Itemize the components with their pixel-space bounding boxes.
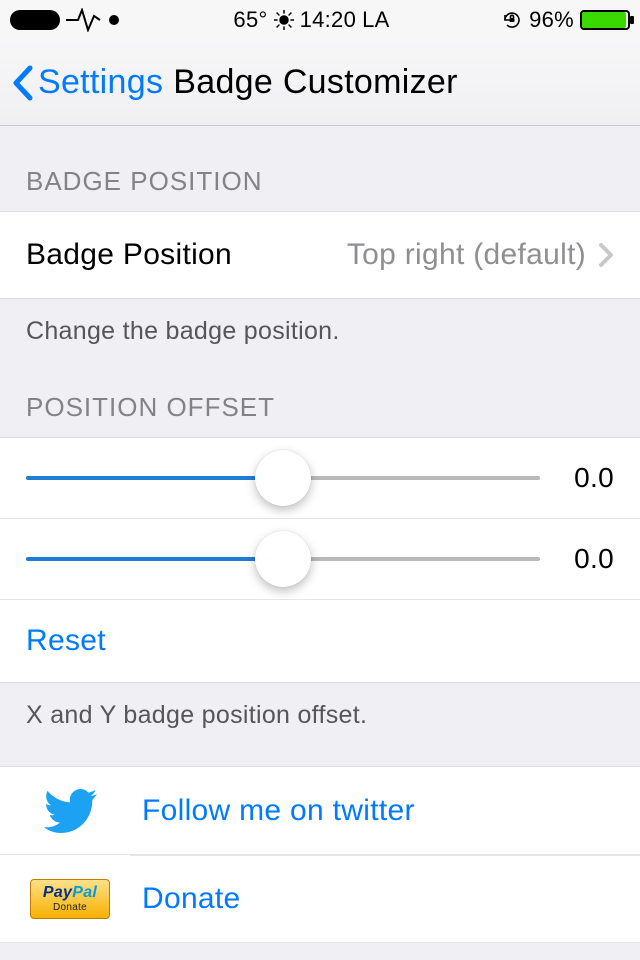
status-locale: LA (362, 7, 390, 33)
status-temp: 65° (233, 7, 267, 33)
chevron-right-icon (598, 242, 614, 268)
signal-indicator (10, 10, 60, 30)
section-header-badge-position: Badge Position (0, 126, 640, 211)
page-title: Badge Customizer (173, 63, 458, 102)
twitter-icon (43, 789, 97, 833)
row-twitter[interactable]: Follow me on twitter (0, 767, 640, 855)
twitter-label: Follow me on twitter (142, 794, 614, 828)
slider-y[interactable] (26, 557, 540, 561)
section-footer-badge-position: Change the badge position. (0, 299, 640, 382)
row-donate[interactable]: PayPal Donate Donate (0, 855, 640, 943)
status-time: 14:20 (300, 7, 357, 33)
section-header-position-offset: Position Offset (0, 382, 640, 437)
slider-y-value: 0.0 (560, 543, 614, 575)
slider-x-thumb[interactable] (255, 450, 311, 506)
slider-row-y: 0.0 (0, 518, 640, 599)
slider-row-x: 0.0 (0, 438, 640, 518)
slider-y-thumb[interactable] (255, 531, 311, 587)
reset-label: Reset (26, 624, 106, 657)
credits-group: Follow me on twitter PayPal Donate Donat… (0, 766, 640, 943)
sun-icon (274, 10, 294, 30)
row-badge-position-label: Badge Position (26, 238, 232, 272)
section-footer-position-offset: X and Y badge position offset. (0, 683, 640, 766)
donate-label: Donate (142, 882, 614, 916)
slider-group: 0.0 0.0 Reset (0, 437, 640, 683)
back-button[interactable]: Settings (38, 63, 163, 102)
nav-bar: Settings Badge Customizer (0, 40, 640, 126)
rotation-lock-icon (501, 9, 523, 31)
slider-x-value: 0.0 (560, 462, 614, 494)
reset-button[interactable]: Reset (0, 599, 640, 682)
back-chevron-icon[interactable] (10, 64, 34, 102)
row-badge-position[interactable]: Badge Position Top right (default) (0, 211, 640, 299)
status-bar: 65° 14:20 LA 96% (0, 0, 640, 40)
slider-y-fill (26, 557, 283, 561)
battery-icon (580, 10, 630, 30)
row-badge-position-value: Top right (default) (232, 238, 598, 272)
status-battery-pct: 96% (529, 7, 574, 33)
slider-x[interactable] (26, 476, 540, 480)
slider-x-fill (26, 476, 283, 480)
activity-icon (66, 8, 122, 32)
paypal-donate-icon: PayPal Donate (30, 879, 110, 919)
